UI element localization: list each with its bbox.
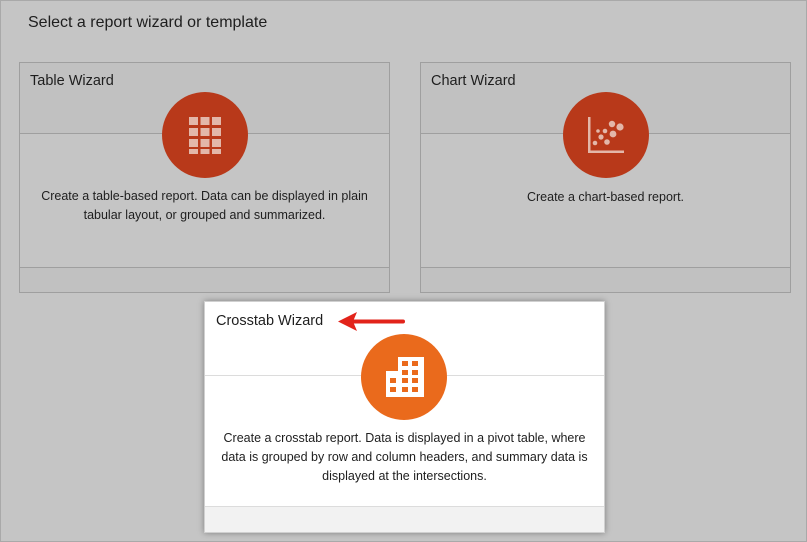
chart-wizard-title: Chart Wizard [431,73,516,89]
page-heading: Select a report wizard or template [28,14,268,31]
card-footer [421,267,790,292]
crosstab-wizard-title: Crosstab Wizard [216,313,324,329]
crosstab-wizard-card[interactable]: Crosstab Wizard Create a crosstab report… [204,301,605,533]
table-wizard-description: Create a table-based report. Data can be… [41,189,368,222]
annotation-arrow-icon [338,312,405,331]
table-wizard-title: Table Wizard [30,73,114,89]
card-footer [20,267,389,292]
crosstab-wizard-description: Create a crosstab report. Data is displa… [221,431,588,483]
scatter-chart-icon [563,92,649,178]
wizard-selector-dialog: Select a report wizard or template Table… [0,0,807,542]
card-footer [205,506,604,532]
chart-wizard-description: Create a chart-based report. [526,190,685,204]
crosstab-grid-icon [361,334,447,420]
table-grid-icon [162,92,248,178]
chart-wizard-card[interactable]: Chart Wizard Create a chart-based report… [420,62,791,293]
table-wizard-card[interactable]: Table Wizard Create a table-based report… [19,62,390,293]
